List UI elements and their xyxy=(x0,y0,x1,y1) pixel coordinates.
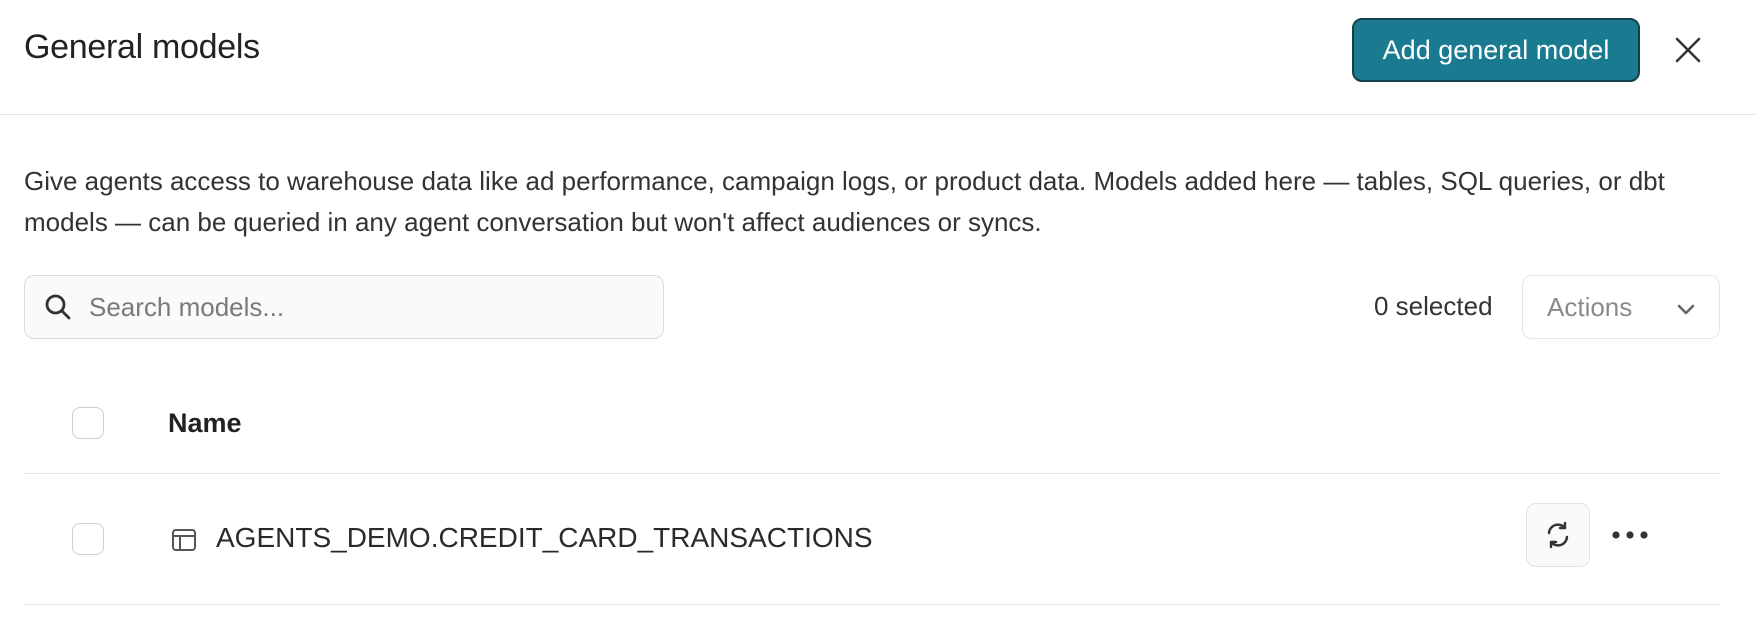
select-all-checkbox[interactable] xyxy=(72,407,104,439)
actions-dropdown[interactable]: Actions xyxy=(1522,275,1720,339)
table-row[interactable]: AGENTS_DEMO.CREDIT_CARD_TRANSACTIONS xyxy=(24,475,1720,605)
table-icon xyxy=(172,529,196,551)
row-checkbox[interactable] xyxy=(72,523,104,555)
refresh-icon xyxy=(1547,521,1569,549)
more-horizontal-icon xyxy=(1612,531,1648,539)
close-icon xyxy=(1675,37,1701,63)
models-table: Name xyxy=(24,370,1720,474)
close-button[interactable] xyxy=(1666,28,1710,72)
page-description: Give agents access to warehouse data lik… xyxy=(24,166,1665,237)
page-title: General models xyxy=(24,28,260,66)
header: General models Add general model xyxy=(0,0,1756,115)
table-header: Name xyxy=(24,370,1720,474)
search-input[interactable] xyxy=(89,291,649,323)
selected-count: 0 selected xyxy=(1374,291,1493,321)
search-icon xyxy=(43,292,73,322)
add-general-model-button[interactable]: Add general model xyxy=(1352,18,1640,82)
more-options-button[interactable] xyxy=(1602,507,1658,563)
column-header-name: Name xyxy=(168,408,242,438)
refresh-button[interactable] xyxy=(1526,503,1590,567)
actions-label: Actions xyxy=(1547,291,1633,322)
model-name[interactable]: AGENTS_DEMO.CREDIT_CARD_TRANSACTIONS xyxy=(216,522,873,554)
chevron-down-icon xyxy=(1677,304,1695,315)
search-box[interactable] xyxy=(24,275,664,339)
